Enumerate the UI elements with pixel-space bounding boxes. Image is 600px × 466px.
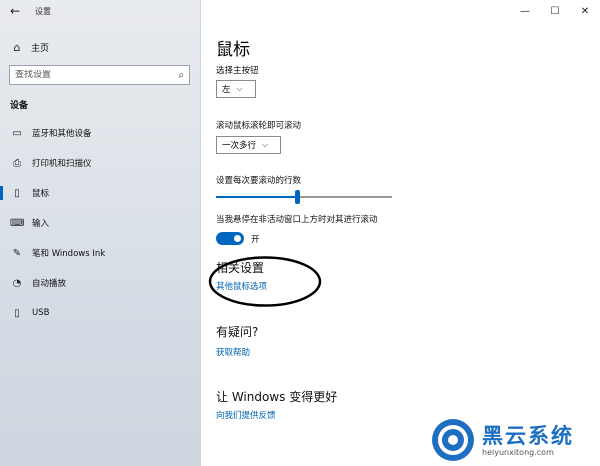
give-feedback-link[interactable]: 向我们提供反馈 bbox=[216, 409, 276, 421]
usb-icon: ▯ bbox=[14, 307, 20, 319]
keyboard-icon: ⌨ bbox=[10, 217, 25, 229]
inactive-scroll-toggle[interactable] bbox=[216, 232, 244, 245]
sidebar-item-home[interactable]: ⌂ 主页 bbox=[0, 38, 200, 56]
sidebar-item-mouse[interactable]: ▯ 鼠标 bbox=[0, 182, 200, 204]
mouse-icon: ▯ bbox=[14, 187, 20, 199]
printer-icon: ⎙ bbox=[13, 157, 21, 169]
search-icon[interactable]: ⌕ bbox=[178, 70, 184, 81]
watermark-text: 黑云系统 heiyunxitong.com bbox=[482, 424, 574, 457]
autoplay-icon: ◔ bbox=[12, 277, 22, 289]
chevron-down-icon: ⌵ bbox=[262, 140, 269, 149]
search-box[interactable]: ⌕ bbox=[9, 65, 190, 85]
main-content: — ☐ ✕ 鼠标 选择主按钮 左 ⌵ 滚动鼠标滚轮即可滚动 一次多行 ⌵ 设置每… bbox=[201, 0, 600, 466]
sidebar-item-typing[interactable]: ⌨ 输入 bbox=[0, 212, 200, 234]
primary-button-dropdown[interactable]: 左 ⌵ bbox=[216, 80, 256, 98]
chevron-down-icon: ⌵ bbox=[236, 84, 243, 93]
sidebar-item-label: 输入 bbox=[32, 219, 50, 229]
maximize-icon: ☐ bbox=[550, 5, 560, 17]
primary-button-label: 选择主按钮 bbox=[216, 66, 259, 76]
app-title: 设置 bbox=[35, 6, 51, 16]
sidebar-item-printers[interactable]: ⎙ 打印机和扫描仪 bbox=[0, 152, 200, 174]
back-arrow-icon: ← bbox=[9, 4, 21, 18]
watermark-url: heiyunxitong.com bbox=[482, 447, 554, 457]
watermark: 黑云系统 heiyunxitong.com bbox=[430, 414, 600, 466]
feedback-heading: 让 Windows 变得更好 bbox=[216, 390, 338, 404]
sidebar-item-bluetooth[interactable]: ▭ 蓝牙和其他设备 bbox=[0, 122, 200, 144]
home-icon: ⌂ bbox=[13, 40, 21, 54]
annotation-circle bbox=[208, 256, 322, 307]
page-title: 鼠标 bbox=[216, 40, 250, 60]
get-help-link[interactable]: 获取帮助 bbox=[216, 346, 250, 358]
sidebar-item-label: 鼠标 bbox=[32, 189, 50, 199]
slider-fill bbox=[216, 196, 297, 198]
watermark-brand: 黑云系统 bbox=[482, 423, 574, 448]
slider-thumb[interactable] bbox=[295, 190, 300, 204]
close-icon: ✕ bbox=[580, 5, 590, 17]
help-heading: 有疑问? bbox=[216, 325, 259, 339]
scroll-wheel-dropdown[interactable]: 一次多行 ⌵ bbox=[216, 136, 281, 154]
close-button[interactable]: ✕ bbox=[570, 0, 600, 22]
back-button[interactable]: ← bbox=[0, 0, 30, 22]
sidebar-item-label: 笔和 Windows Ink bbox=[32, 249, 106, 259]
watermark-logo-icon bbox=[432, 419, 474, 461]
sidebar-item-label: USB bbox=[32, 308, 50, 318]
sidebar-item-label: 自动播放 bbox=[32, 279, 67, 289]
sidebar-item-usb[interactable]: ▯ USB bbox=[0, 302, 200, 324]
maximize-button[interactable]: ☐ bbox=[540, 0, 570, 22]
scroll-wheel-label: 滚动鼠标滚轮即可滚动 bbox=[216, 121, 302, 131]
bluetooth-devices-icon: ▭ bbox=[12, 127, 22, 139]
window-controls: — ☐ ✕ bbox=[510, 0, 600, 22]
toggle-knob bbox=[234, 235, 241, 242]
sidebar-item-pen[interactable]: ✎ 笔和 Windows Ink bbox=[0, 242, 200, 264]
sidebar-item-autoplay[interactable]: ◔ 自动播放 bbox=[0, 272, 200, 294]
toggle-state-label: 开 bbox=[251, 235, 260, 245]
lines-to-scroll-slider[interactable] bbox=[216, 190, 392, 204]
inactive-scroll-label: 当我悬停在非活动窗口上方时对其进行滚动 bbox=[216, 215, 378, 225]
sidebar: ← 设置 ⌂ 主页 ⌕ 设备 ▭ 蓝牙和其他设备 ⎙ 打印机和扫描仪 ▯ 鼠标 … bbox=[0, 0, 201, 466]
dropdown-value: 左 bbox=[222, 85, 231, 95]
sidebar-item-label: 蓝牙和其他设备 bbox=[32, 129, 92, 139]
sidebar-item-label: 打印机和扫描仪 bbox=[32, 159, 92, 169]
lines-to-scroll-label: 设置每次要滚动的行数 bbox=[216, 176, 302, 186]
pen-icon: ✎ bbox=[12, 247, 22, 259]
search-input[interactable] bbox=[15, 70, 165, 80]
minimize-icon: — bbox=[520, 5, 530, 17]
minimize-button[interactable]: — bbox=[510, 0, 540, 22]
dropdown-value: 一次多行 bbox=[222, 141, 257, 151]
section-header-devices: 设备 bbox=[10, 101, 29, 111]
title-bar: ← 设置 bbox=[0, 0, 200, 22]
home-label: 主页 bbox=[31, 43, 50, 54]
